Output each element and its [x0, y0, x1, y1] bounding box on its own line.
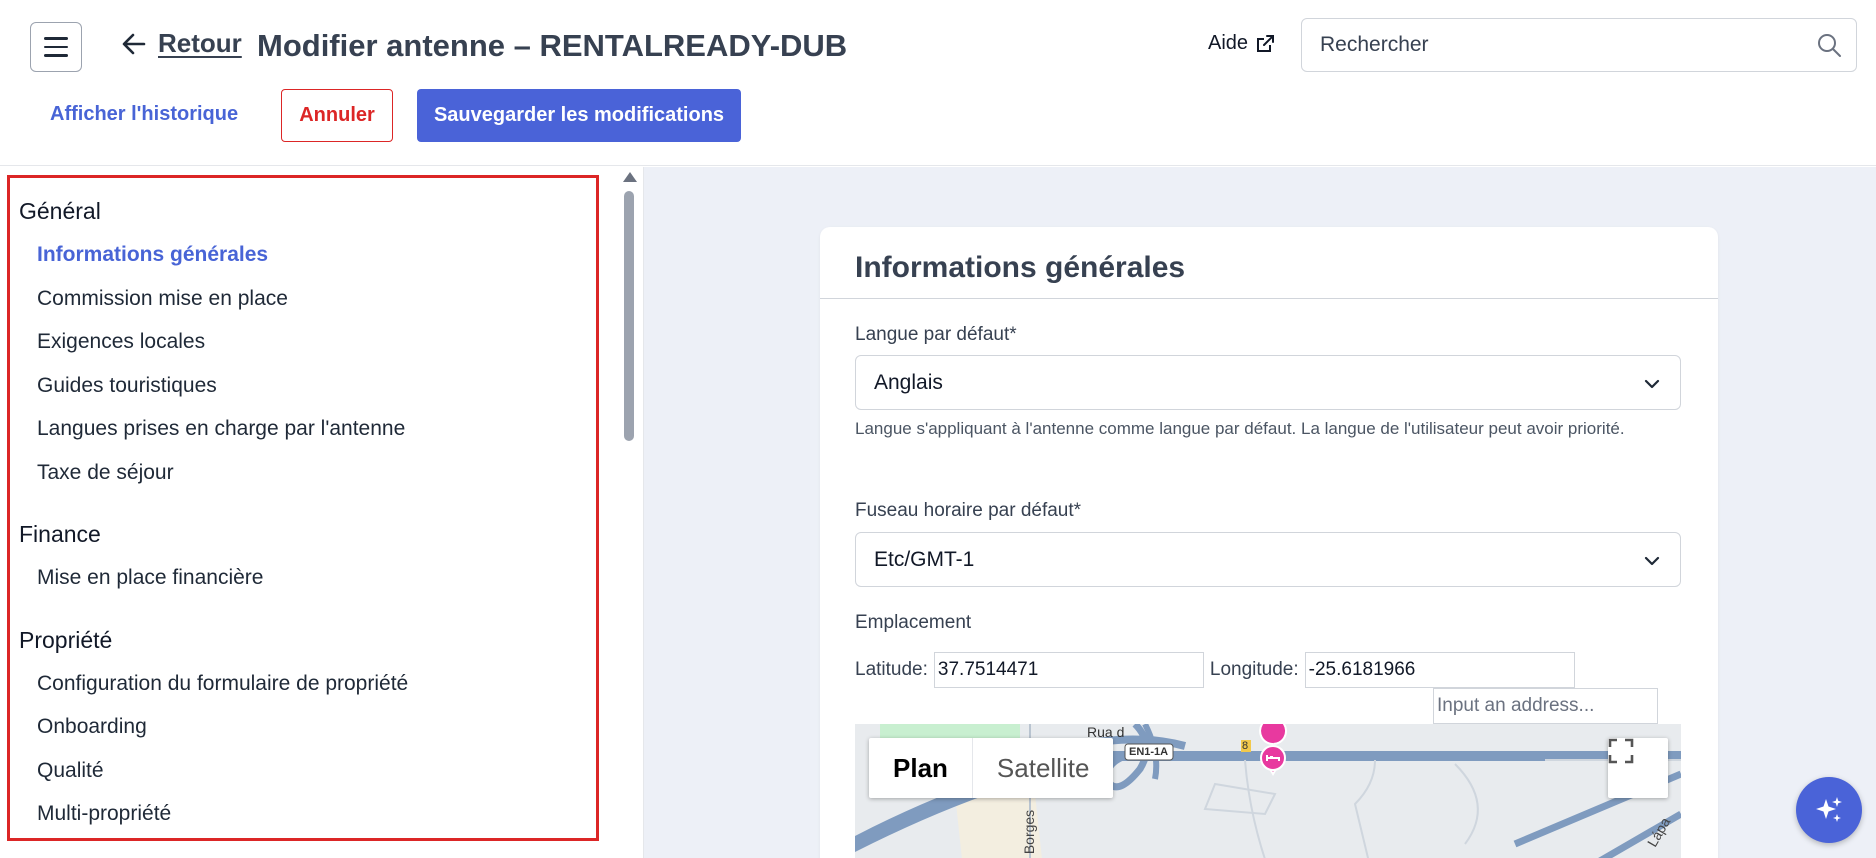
nav-item-general-info[interactable]: Informations générales: [19, 233, 589, 277]
search-box: [1301, 18, 1857, 72]
sparkles-icon: [1816, 797, 1842, 822]
help-label: Aide: [1208, 32, 1249, 54]
save-changes-button[interactable]: Sauvegarder les modifications: [417, 89, 741, 142]
road-label: 8: [1242, 740, 1249, 752]
general-info-card: Informations générales Langue par défaut…: [820, 227, 1718, 858]
address-input[interactable]: [1433, 688, 1658, 724]
menu-line: [44, 45, 68, 49]
hamburger-menu-button[interactable]: [30, 22, 82, 72]
timezone-value: Etc/GMT-1: [874, 548, 975, 571]
longitude-input[interactable]: [1304, 652, 1575, 688]
arrow-left-icon: [122, 33, 146, 54]
main-content: Informations générales Langue par défaut…: [643, 167, 1876, 858]
coordinates-row: Latitude: Longitude:: [855, 652, 1575, 688]
road-label: EN1-1A: [1129, 746, 1169, 758]
menu-line: [44, 37, 68, 40]
nav-item-local-requirements[interactable]: Exigences locales: [19, 320, 589, 364]
language-value: Anglais: [874, 371, 943, 394]
show-history-link[interactable]: Afficher l'historique: [50, 103, 238, 126]
menu-line: [44, 54, 68, 57]
top-header: Retour Modifier antenne – RENTALREADY-DU…: [0, 0, 1876, 166]
location-map[interactable]: EN1-1A 8 Rua d Borges Lápa Plan Satellit…: [855, 724, 1681, 858]
cancel-button[interactable]: Annuler: [281, 89, 393, 142]
language-select[interactable]: Anglais: [855, 355, 1681, 410]
nav-item-supported-languages[interactable]: Langues prises en charge par l'antenne: [19, 407, 589, 451]
scrollbar-thumb[interactable]: [624, 191, 634, 441]
search-input[interactable]: [1302, 19, 1782, 71]
road-label: Borges: [1021, 809, 1038, 855]
section-divider: [820, 298, 1718, 299]
location-label: Emplacement: [855, 612, 972, 633]
longitude-label: Longitude:: [1209, 659, 1299, 680]
timezone-label: Fuseau horaire par défaut*: [855, 500, 1082, 521]
chevron-down-icon: [1644, 379, 1660, 389]
language-label: Langue par défaut*: [855, 324, 1017, 345]
nav-group-title: Propriété: [19, 626, 113, 653]
nav-item-commission[interactable]: Commission mise en place: [19, 277, 589, 321]
settings-nav: Général Informations générales Commissio…: [19, 189, 589, 836]
external-link-icon: [1257, 34, 1275, 52]
map-satellite-button[interactable]: Satellite: [973, 738, 1114, 798]
chevron-down-icon: [1644, 556, 1660, 566]
sidebar-scrollbar[interactable]: [620, 167, 638, 858]
section-title: Informations générales: [855, 251, 1186, 284]
nav-item-property-form-config[interactable]: Configuration du formulaire de propriété: [19, 662, 589, 706]
latitude-input[interactable]: [933, 652, 1204, 688]
back-label: Retour: [158, 28, 242, 58]
help-link[interactable]: Aide: [1208, 32, 1276, 55]
nav-item-tourist-guides[interactable]: Guides touristiques: [19, 364, 589, 408]
nav-item-multi-property[interactable]: Multi-propriété: [19, 792, 589, 836]
back-link[interactable]: Retour: [120, 28, 242, 59]
nav-gap: [19, 494, 589, 512]
language-help-text: Langue s'appliquant à l'antenne comme la…: [855, 419, 1625, 438]
map-type-toggle: Plan Satellite: [869, 738, 1114, 798]
fullscreen-button[interactable]: [1608, 738, 1668, 798]
nav-item-tourist-tax[interactable]: Taxe de séjour: [19, 451, 589, 495]
nav-item-quality[interactable]: Qualité: [19, 749, 589, 793]
nav-group-title: Finance: [19, 521, 101, 547]
map-plan-button[interactable]: Plan: [869, 738, 973, 798]
settings-sidebar: Général Informations générales Commissio…: [0, 167, 643, 858]
nav-item-financial-setup[interactable]: Mise en place financière: [19, 556, 589, 600]
scroll-up-arrow-icon[interactable]: [623, 172, 637, 182]
nav-gap: [19, 600, 589, 618]
fullscreen-icon: [1608, 738, 1634, 764]
ai-assistant-button[interactable]: [1796, 777, 1862, 843]
nav-item-onboarding[interactable]: Onboarding: [19, 705, 589, 749]
search-icon[interactable]: [1816, 32, 1842, 58]
page-title: Modifier antenne – RENTALREADY-DUB: [257, 28, 848, 63]
timezone-select[interactable]: Etc/GMT-1: [855, 532, 1681, 587]
latitude-label: Latitude:: [855, 659, 928, 680]
nav-group-title: Général: [19, 198, 101, 224]
